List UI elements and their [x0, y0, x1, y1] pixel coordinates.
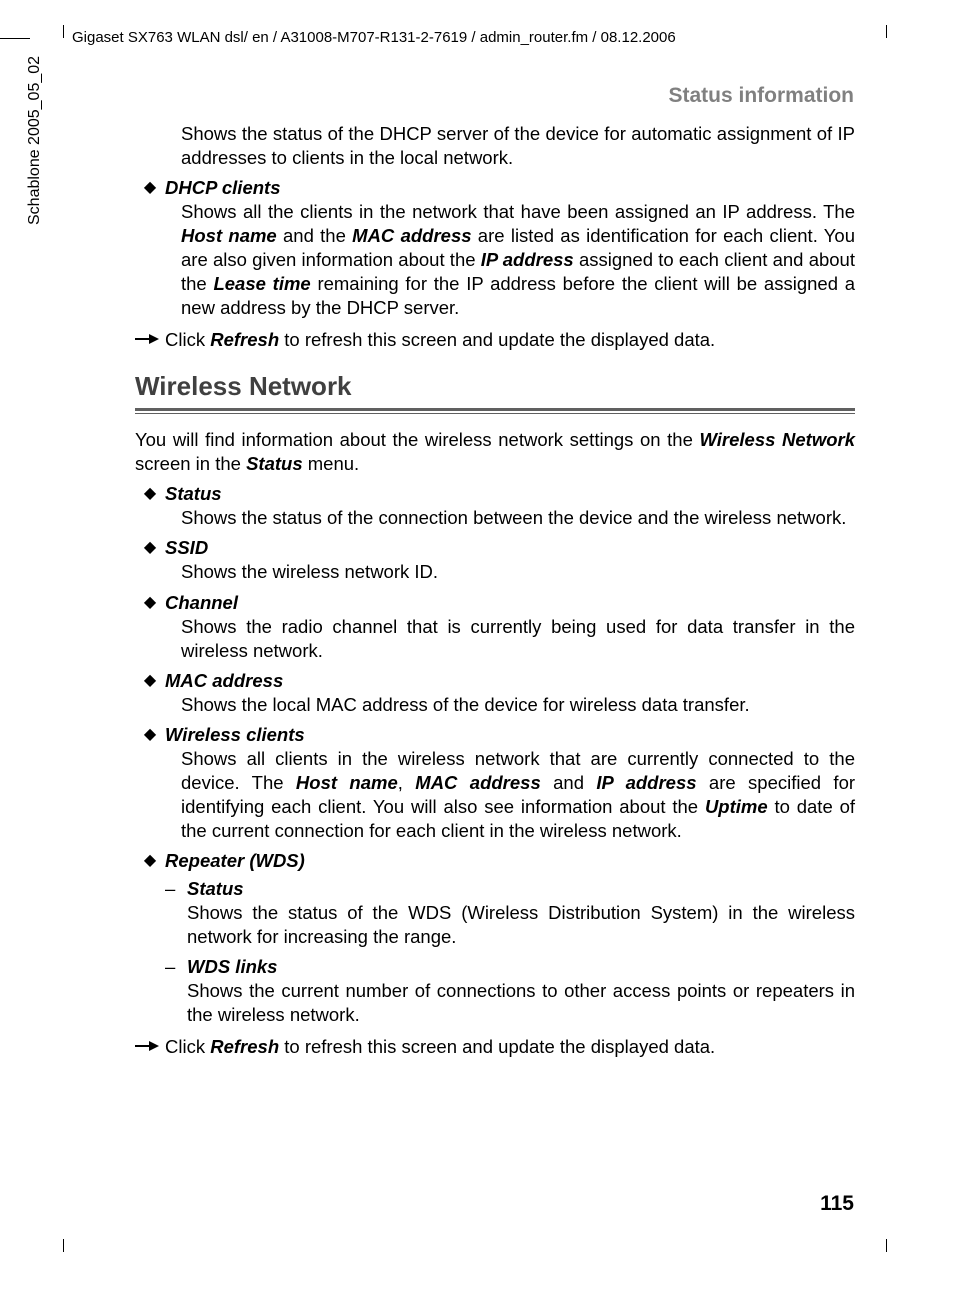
bullet-dhcp-clients: ◆ DHCP clients: [135, 176, 855, 200]
dash-icon: –: [165, 955, 187, 979]
bullet-mac: ◆ MAC address: [135, 669, 855, 693]
heading-rule: [135, 408, 855, 414]
mac-body: Shows the local MAC address of the devic…: [181, 693, 855, 717]
diamond-bullet-icon: ◆: [135, 669, 165, 693]
refresh-instruction: Click Refresh to refresh this screen and…: [135, 328, 855, 352]
sub-status: – Status: [165, 877, 855, 901]
arrow-right-icon: [135, 1035, 165, 1053]
heading-wireless-network: Wireless Network: [135, 370, 855, 404]
dash-icon: –: [165, 877, 187, 901]
diamond-bullet-icon: ◆: [135, 723, 165, 747]
template-label: Schablone 2005_05_02: [25, 56, 46, 225]
intro-paragraph: Shows the status of the DHCP server of t…: [181, 122, 855, 170]
diamond-bullet-icon: ◆: [135, 849, 165, 873]
section-header: Status information: [668, 82, 854, 109]
channel-body: Shows the radio channel that is currentl…: [181, 615, 855, 663]
diamond-bullet-icon: ◆: [135, 482, 165, 506]
page-content: Shows the status of the DHCP server of t…: [135, 122, 855, 1059]
refresh-instruction-2: Click Refresh to refresh this screen and…: [135, 1035, 855, 1059]
bullet-channel: ◆ Channel: [135, 591, 855, 615]
wireless-clients-body: Shows all clients in the wireless networ…: [181, 747, 855, 843]
diamond-bullet-icon: ◆: [135, 536, 165, 560]
ssid-body: Shows the wireless network ID.: [181, 560, 855, 584]
sub-status-body: Shows the status of the WDS (Wireless Di…: [187, 901, 855, 949]
arrow-right-icon: [135, 328, 165, 346]
status-body: Shows the status of the connection betwe…: [181, 506, 855, 530]
sub-wds-links: – WDS links: [165, 955, 855, 979]
bullet-repeater: ◆ Repeater (WDS): [135, 849, 855, 873]
wireless-intro: You will find information about the wire…: [135, 428, 855, 476]
bullet-status: ◆ Status: [135, 482, 855, 506]
diamond-bullet-icon: ◆: [135, 176, 165, 200]
term-title: DHCP clients: [165, 177, 280, 198]
sub-wds-body: Shows the current number of connections …: [187, 979, 855, 1027]
doc-header: Gigaset SX763 WLAN dsl/ en / A31008-M707…: [72, 28, 676, 48]
page-number: 115: [820, 1190, 854, 1217]
bullet-wireless-clients: ◆ Wireless clients: [135, 723, 855, 747]
bullet-ssid: ◆ SSID: [135, 536, 855, 560]
dhcp-clients-body: Shows all the clients in the network tha…: [181, 200, 855, 320]
diamond-bullet-icon: ◆: [135, 591, 165, 615]
